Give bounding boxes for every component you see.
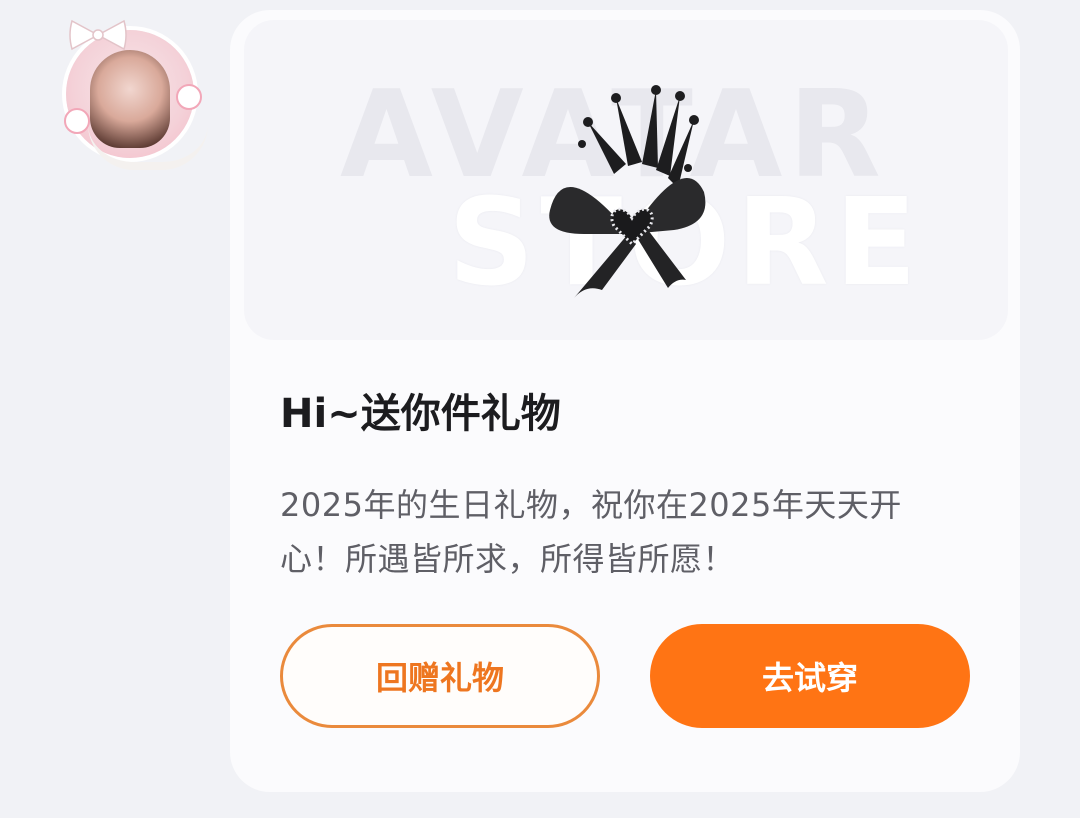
gift-title: Hi~送你件礼物 — [280, 391, 561, 437]
paw-icon — [64, 108, 90, 134]
bow-icon — [69, 19, 127, 51]
crown-bow-hairclip-icon — [549, 85, 706, 298]
return-gift-button[interactable]: 回赠礼物 — [280, 624, 600, 728]
gift-message-line-2: 心！所遇皆所求，所得皆所愿！ — [280, 540, 736, 578]
cat-tail-decoration — [88, 124, 208, 170]
gift-message: 2025年的生日礼物，祝你在2025年天天开 心！所遇皆所求，所得皆所愿！ — [280, 478, 970, 586]
gift-message-page: AVATAR STORE Hi~送你件礼物 2025年的生日礼物，祝你在2025… — [0, 0, 1080, 818]
gift-banner: AVATAR STORE — [244, 20, 1008, 340]
gift-card: AVATAR STORE Hi~送你件礼物 2025年的生日礼物，祝你在2025… — [230, 10, 1020, 792]
try-on-button[interactable]: 去试穿 — [650, 624, 970, 728]
paw-icon — [176, 84, 202, 110]
sender-avatar[interactable] — [58, 12, 208, 170]
gift-message-line-1: 2025年的生日礼物，祝你在2025年天天开 — [280, 486, 902, 524]
